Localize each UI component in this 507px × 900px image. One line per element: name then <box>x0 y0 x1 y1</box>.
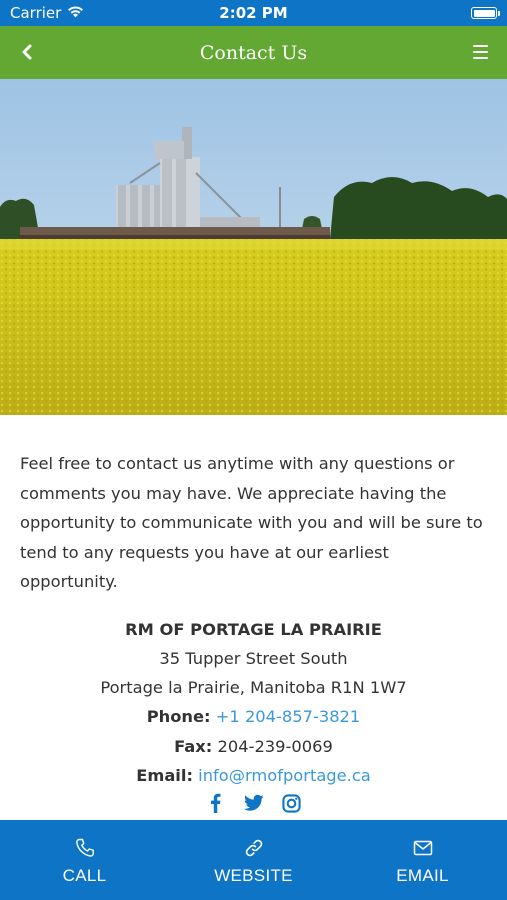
social-links <box>0 792 507 814</box>
nav-bar: Contact Us <box>0 26 507 79</box>
email-button[interactable]: EMAIL <box>338 820 507 900</box>
contact-block: RM OF PORTAGE LA PRAIRIE 35 Tupper Stree… <box>20 615 487 791</box>
intro-text: Feel free to contact us anytime with any… <box>20 454 483 591</box>
phone-row: Phone: +1 204-857-3821 <box>20 702 487 731</box>
twitter-icon[interactable] <box>243 792 264 814</box>
envelope-icon <box>413 837 433 859</box>
call-label: CALL <box>62 865 107 885</box>
contact-content: Feel free to contact us anytime with any… <box>0 415 507 790</box>
website-button[interactable]: WEBSITE <box>169 820 338 900</box>
fax-label: Fax: <box>174 736 213 756</box>
status-bar: Carrier 2:02 PM <box>0 0 507 26</box>
email-link[interactable]: info@rmofportage.ca <box>198 766 371 785</box>
call-button[interactable]: CALL <box>0 820 169 900</box>
phone-link[interactable]: +1 204-857-3821 <box>216 707 361 726</box>
fax-row: Fax: 204-239-0069 <box>20 732 487 761</box>
battery-icon <box>471 7 500 19</box>
action-bar: CALL WEBSITE EMAIL <box>0 820 507 900</box>
street-address: 35 Tupper Street South <box>159 648 348 668</box>
link-icon <box>244 837 264 859</box>
phone-label: Phone: <box>146 707 211 727</box>
facebook-icon[interactable] <box>206 792 226 814</box>
city-address: Portage la Prairie, Manitoba R1N 1W7 <box>100 678 407 698</box>
instagram-icon[interactable] <box>282 792 302 814</box>
email-row: Email: info@rmofportage.ca <box>20 761 487 790</box>
carrier-label: Carrier <box>10 4 62 22</box>
hero-image <box>0 79 507 415</box>
email-label: EMAIL <box>396 865 449 885</box>
page-title: Contact Us <box>199 41 308 64</box>
website-label: WEBSITE <box>214 865 293 885</box>
hamburger-menu-icon[interactable] <box>467 39 493 65</box>
chevron-left-icon[interactable] <box>14 38 40 66</box>
status-left: Carrier <box>10 4 84 22</box>
email-label: Email: <box>136 765 193 785</box>
wifi-icon <box>67 4 84 22</box>
fax-value: 204-239-0069 <box>217 736 333 756</box>
phone-icon <box>75 837 95 859</box>
organization-name: RM OF PORTAGE LA PRAIRIE <box>125 619 382 639</box>
